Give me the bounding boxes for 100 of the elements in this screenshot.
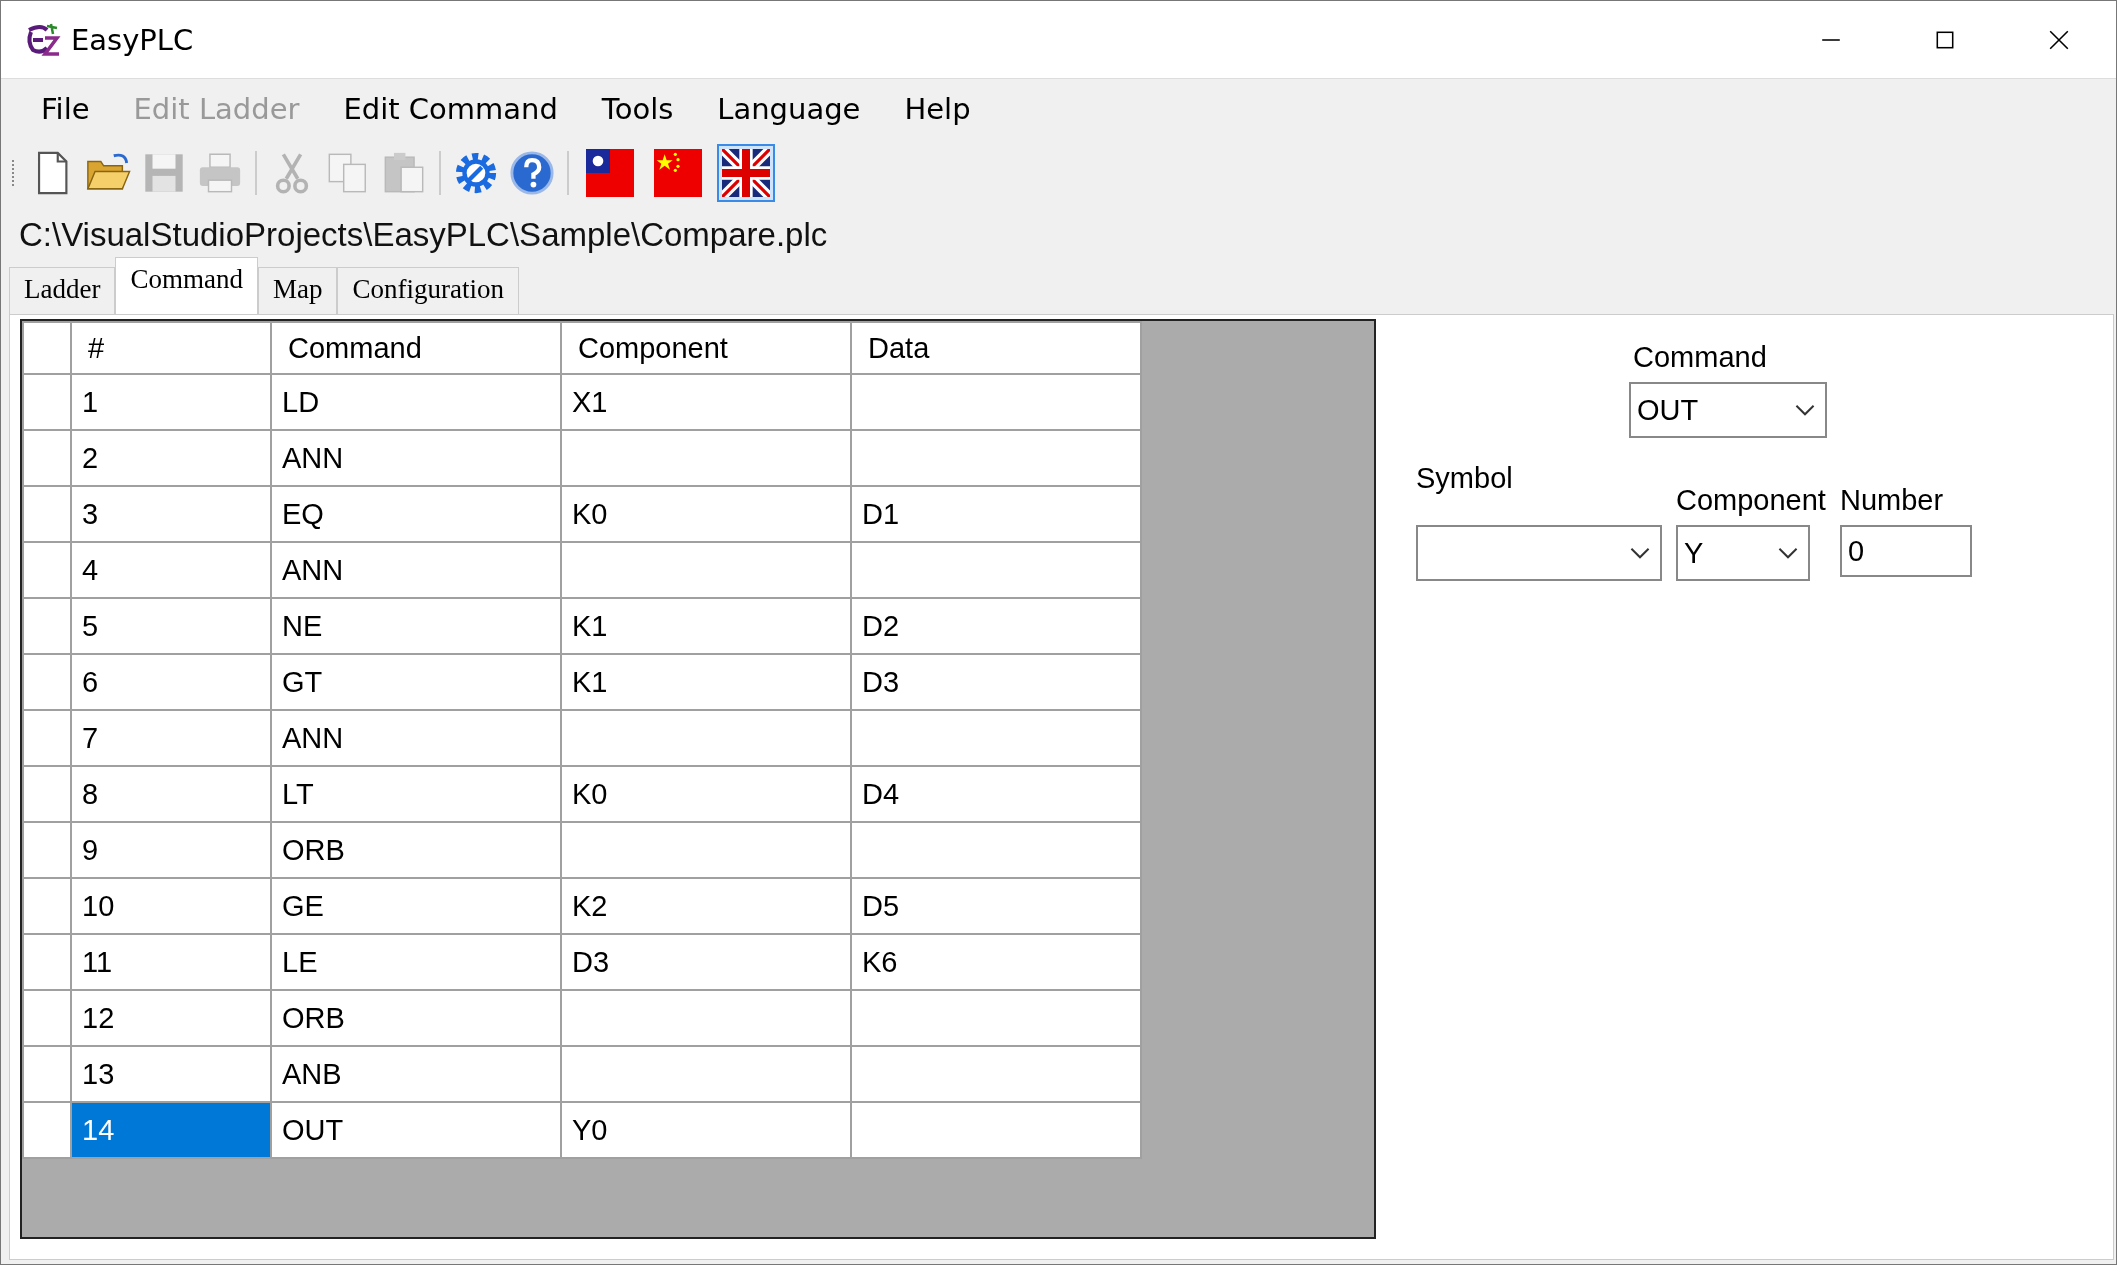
table-cell[interactable] [851, 710, 1141, 766]
table-cell[interactable]: 13 [71, 1046, 271, 1102]
table-cell[interactable]: D3 [851, 654, 1141, 710]
help-icon[interactable] [509, 149, 555, 196]
table-cell[interactable]: D5 [851, 878, 1141, 934]
table-cell[interactable]: ORB [271, 990, 561, 1046]
table-cell[interactable]: K6 [851, 934, 1141, 990]
table-cell[interactable]: ANB [271, 1046, 561, 1102]
table-cell[interactable] [851, 1046, 1141, 1102]
menu-item[interactable]: Edit Command [321, 88, 580, 130]
component-dropdown[interactable]: Y [1676, 525, 1810, 581]
menu-item[interactable]: Help [882, 88, 993, 130]
table-cell[interactable] [561, 1046, 851, 1102]
symbol-dropdown[interactable] [1416, 525, 1662, 581]
row-header[interactable] [23, 822, 71, 878]
table-cell[interactable] [561, 990, 851, 1046]
tab[interactable]: Ladder [9, 267, 116, 314]
table-cell[interactable] [561, 430, 851, 486]
row-header[interactable] [23, 1102, 71, 1158]
table-cell[interactable] [561, 710, 851, 766]
number-input[interactable]: 0 [1839, 525, 1972, 577]
row-header[interactable] [23, 486, 71, 542]
table-cell[interactable]: ANN [271, 430, 561, 486]
table-cell[interactable]: EQ [271, 486, 561, 542]
table-cell[interactable]: ANN [271, 542, 561, 598]
table-cell[interactable]: 3 [71, 486, 271, 542]
table-cell[interactable]: 5 [71, 598, 271, 654]
table-cell[interactable]: D4 [851, 766, 1141, 822]
table-cell[interactable]: LE [271, 934, 561, 990]
table-cell[interactable]: K1 [561, 654, 851, 710]
table-cell[interactable]: K1 [561, 598, 851, 654]
table-cell[interactable] [851, 1102, 1141, 1158]
menu-item[interactable]: Language [695, 88, 883, 130]
row-header[interactable] [23, 990, 71, 1046]
table-cell[interactable]: LD [271, 374, 561, 430]
table-cell[interactable] [851, 430, 1141, 486]
chevron-down-icon [1778, 547, 1798, 559]
table-cell[interactable]: D3 [561, 934, 851, 990]
chevron-down-icon [1630, 547, 1650, 559]
row-header[interactable] [23, 1046, 71, 1102]
table-cell[interactable]: 2 [71, 430, 271, 486]
uk-flag-icon[interactable] [717, 143, 775, 202]
table-cell[interactable]: 14 [71, 1102, 271, 1158]
table-cell[interactable]: 10 [71, 878, 271, 934]
table-cell[interactable] [561, 822, 851, 878]
row-header[interactable] [23, 934, 71, 990]
field-label: Command [1632, 341, 1768, 374]
table-cell[interactable]: NE [271, 598, 561, 654]
table-cell[interactable]: D1 [851, 486, 1141, 542]
window-title: EasyPLC [71, 22, 194, 57]
file-path: C:\VisualStudioProjects\EasyPLC\Sample\Compare.plc [18, 215, 829, 255]
row-header[interactable] [23, 710, 71, 766]
row-header[interactable] [23, 654, 71, 710]
row-header[interactable] [23, 542, 71, 598]
tab[interactable]: Configuration [337, 267, 519, 314]
tab[interactable]: Map [257, 267, 338, 314]
table-cell[interactable]: 8 [71, 766, 271, 822]
table-cell[interactable]: K0 [561, 486, 851, 542]
row-header[interactable] [23, 878, 71, 934]
table-cell[interactable]: ANN [271, 710, 561, 766]
field-label: Number [1839, 484, 1945, 517]
table-cell[interactable]: 12 [71, 990, 271, 1046]
table-cell[interactable]: GE [271, 878, 561, 934]
table-cell[interactable]: ORB [271, 822, 561, 878]
table-cell[interactable] [851, 822, 1141, 878]
table-cell[interactable]: K0 [561, 766, 851, 822]
table-cell[interactable]: D2 [851, 598, 1141, 654]
menu-item[interactable]: File [19, 88, 112, 130]
table-cell[interactable]: GT [271, 654, 561, 710]
table-cell[interactable]: K2 [561, 878, 851, 934]
table-cell[interactable]: OUT [271, 1102, 561, 1158]
tab[interactable]: Command [115, 257, 258, 314]
field-label: Symbol [1416, 462, 1514, 495]
menu-item[interactable]: Tools [579, 88, 696, 130]
command-dropdown[interactable]: OUT [1629, 382, 1827, 438]
table-cell[interactable] [851, 542, 1141, 598]
table-cell[interactable]: 9 [71, 822, 271, 878]
table-cell[interactable]: 4 [71, 542, 271, 598]
column-header[interactable]: Command [271, 322, 561, 374]
row-header[interactable] [23, 598, 71, 654]
column-header[interactable]: Data [851, 322, 1141, 374]
row-header [23, 322, 71, 374]
row-header[interactable] [23, 430, 71, 486]
chevron-down-icon [1795, 404, 1815, 416]
table-cell[interactable] [561, 542, 851, 598]
table-cell[interactable]: Y0 [561, 1102, 851, 1158]
table-cell[interactable]: 11 [71, 934, 271, 990]
table-cell[interactable] [851, 990, 1141, 1046]
table-cell[interactable]: 7 [71, 710, 271, 766]
table-cell[interactable]: 6 [71, 654, 271, 710]
close-icon[interactable] [2048, 28, 2070, 51]
row-header[interactable] [23, 766, 71, 822]
table-cell[interactable] [851, 374, 1141, 430]
field-label: Component [1676, 484, 1826, 517]
column-header[interactable]: Component [561, 322, 851, 374]
column-header[interactable]: # [71, 322, 271, 374]
table-cell[interactable]: LT [271, 766, 561, 822]
row-header[interactable] [23, 374, 71, 430]
table-cell[interactable]: X1 [561, 374, 851, 430]
table-cell[interactable]: 1 [71, 374, 271, 430]
